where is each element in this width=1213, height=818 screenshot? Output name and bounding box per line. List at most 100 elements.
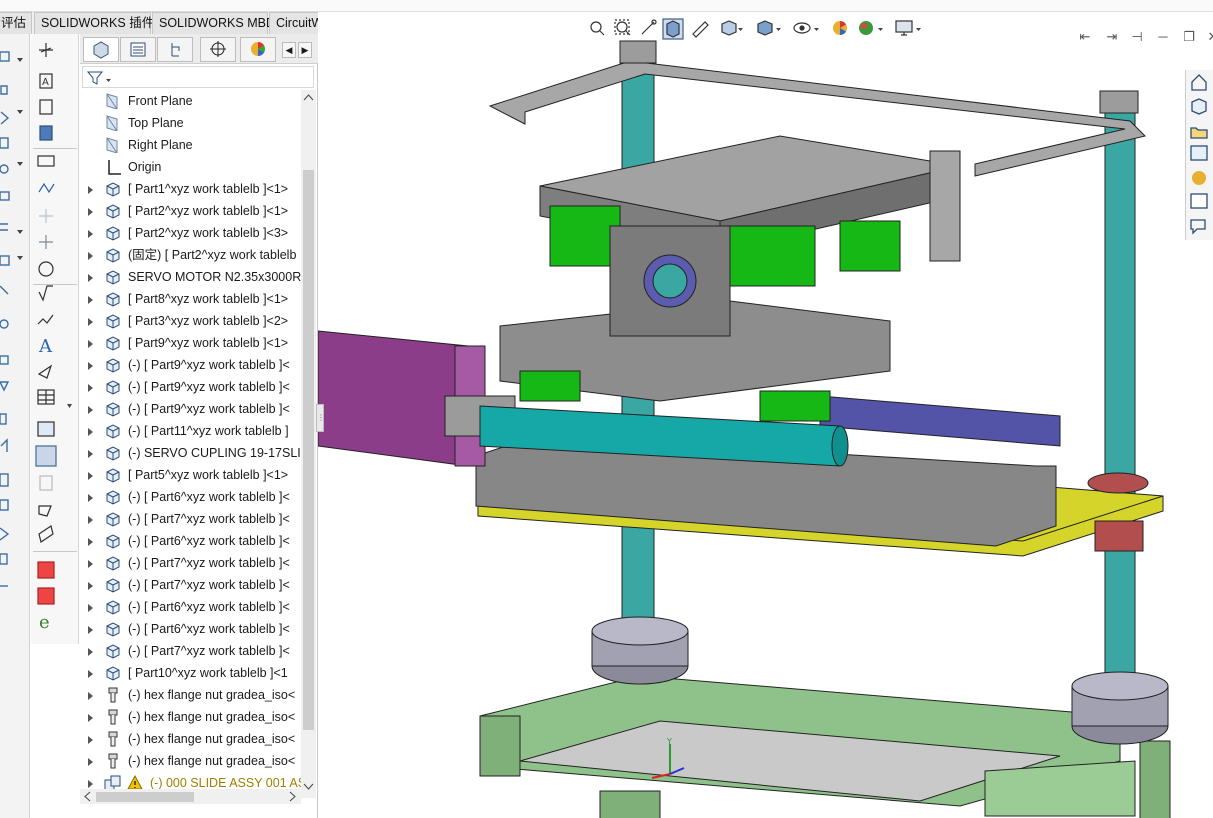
expand-arrow-icon[interactable] (88, 406, 93, 414)
tree-item-component[interactable]: (-) [ Part6^xyz work tablelb ]< (80, 618, 316, 640)
tree-item-fastener[interactable]: (-) hex flange nut gradea_iso< (80, 750, 316, 772)
tree-horizontal-scrollbar[interactable] (80, 789, 301, 804)
expand-arrow-icon[interactable] (88, 274, 93, 282)
tree-item-component[interactable]: (-) SERVO CUPLING 19-17SLID (80, 442, 316, 464)
expand-arrow-icon[interactable] (88, 428, 93, 436)
tree-item-component[interactable]: (-) [ Part6^xyz work tablelb ]< (80, 596, 316, 618)
tree-item-component[interactable]: [ Part2^xyz work tablelb ]<1> (80, 200, 316, 222)
pdf-export-icon (37, 561, 55, 579)
expand-arrow-icon[interactable] (88, 670, 93, 678)
close-icon[interactable]: ✕ (1206, 30, 1213, 44)
tabs-scroll-right-button[interactable]: ▶ (298, 42, 312, 58)
minimize-icon[interactable]: ─ (1156, 30, 1170, 44)
expand-arrow-icon[interactable] (88, 648, 93, 656)
tree-item-fastener[interactable]: (-) hex flange nut gradea_iso< (80, 706, 316, 728)
component-icon (106, 380, 120, 395)
tree-filter-bar[interactable] (82, 66, 314, 88)
component-icon (106, 468, 120, 483)
expand-arrow-icon[interactable] (88, 494, 93, 502)
heads-up-view-toolbar[interactable] (586, 18, 946, 42)
tree-vertical-scrollbar[interactable] (301, 90, 316, 798)
filter-icon[interactable] (85, 67, 115, 87)
tree-item-fastener[interactable]: (-) hex flange nut gradea_iso< (80, 728, 316, 750)
next-window-icon[interactable]: ⇥ (1105, 30, 1119, 44)
tree-item-top-plane[interactable]: Top Plane (80, 112, 316, 134)
configuration-manager-tab[interactable] (157, 37, 193, 62)
property-manager-tab[interactable] (120, 37, 156, 62)
expand-arrow-icon[interactable] (88, 208, 93, 216)
tab-evaluate[interactable]: 评估 (0, 12, 32, 34)
tree-item-component[interactable]: (-) [ Part9^xyz work tablelb ]< (80, 376, 316, 398)
tree-item-front-plane[interactable]: Front Plane (80, 90, 316, 112)
tree-item-component[interactable]: (-) [ Part6^xyz work tablelb ]< (80, 530, 316, 552)
scrollbar-thumb[interactable] (303, 170, 314, 730)
tree-item-component[interactable]: (-) [ Part6^xyz work tablelb ]< (80, 486, 316, 508)
restore-icon[interactable]: ❐ (1182, 30, 1196, 44)
left-toolbar-icons[interactable] (0, 34, 30, 594)
expand-arrow-icon[interactable] (88, 582, 93, 590)
tree-item-right-plane[interactable]: Right Plane (80, 134, 316, 156)
task-pane (1185, 70, 1213, 240)
expand-arrow-icon[interactable] (88, 560, 93, 568)
annotation-icon: A (38, 336, 53, 357)
play-icon (0, 527, 10, 541)
task-pane-icons[interactable] (1186, 70, 1212, 240)
component-icon (106, 226, 120, 241)
expand-arrow-icon[interactable] (88, 538, 93, 546)
expand-arrow-icon[interactable] (88, 318, 93, 326)
tree-item-component[interactable]: SERVO MOTOR N2.35x3000R (80, 266, 316, 288)
graphics-area[interactable]: ⇤ ⇥ ⊣ ─ ❐ ✕ Y (318, 11, 1213, 818)
tree-item-component[interactable]: (-) [ Part7^xyz work tablelb ]< (80, 640, 316, 662)
dimxpert-tab[interactable] (200, 37, 236, 62)
tree-item-component[interactable]: (-) [ Part9^xyz work tablelb ]< (80, 398, 316, 420)
tree-item-fastener[interactable]: (-) hex flange nut gradea_iso< (80, 684, 316, 706)
expand-arrow-icon[interactable] (88, 736, 93, 744)
expand-arrow-icon[interactable] (88, 714, 93, 722)
tree-item-component[interactable]: [ Part8^xyz work tablelb ]<1> (80, 288, 316, 310)
assembly-tool-icons[interactable]: A A e (31, 34, 79, 634)
tree-item-component[interactable]: [ Part5^xyz work tablelb ]<1> (80, 464, 316, 486)
tree-item-component[interactable]: [ Part10^xyz work tablelb ]<1 (80, 662, 316, 684)
tree-item-component[interactable]: (固定) [ Part2^xyz work tablelb (80, 244, 316, 266)
tree-item-component[interactable]: (-) [ Part7^xyz work tablelb ]< (80, 508, 316, 530)
expand-arrow-icon[interactable] (88, 230, 93, 238)
expand-arrow-icon[interactable] (88, 780, 93, 788)
tree-item-component[interactable]: [ Part3^xyz work tablelb ]<2> (80, 310, 316, 332)
view-settings-icon (895, 20, 913, 36)
home-icon (1191, 74, 1207, 91)
tab-solidworks-addins[interactable]: SOLIDWORKS 插件 (34, 12, 154, 34)
expand-arrow-icon[interactable] (88, 604, 93, 612)
expand-arrow-icon[interactable] (88, 362, 93, 370)
tree-item-component[interactable]: (-) [ Part7^xyz work tablelb ]< (80, 552, 316, 574)
tree-item-component[interactable]: [ Part9^xyz work tablelb ]<1> (80, 332, 316, 354)
expand-arrow-icon[interactable] (88, 186, 93, 194)
expand-arrow-icon[interactable] (88, 626, 93, 634)
display-manager-tab[interactable] (240, 37, 276, 62)
expand-arrow-icon[interactable] (88, 758, 93, 766)
tree-item-component[interactable]: (-) [ Part11^xyz work tablelb ] (80, 420, 316, 442)
expand-arrow-icon[interactable] (88, 472, 93, 480)
expand-arrow-icon[interactable] (88, 450, 93, 458)
pin-icon[interactable]: ⊣ (1130, 30, 1144, 44)
expand-arrow-icon[interactable] (88, 296, 93, 304)
tab-solidworks-mbd[interactable]: SOLIDWORKS MBD (152, 12, 275, 34)
tree-item-component[interactable]: (-) [ Part9^xyz work tablelb ]< (80, 354, 316, 376)
previous-window-icon[interactable]: ⇤ (1078, 30, 1092, 44)
expand-arrow-icon[interactable] (88, 384, 93, 392)
tree-item-component[interactable]: [ Part1^xyz work tablelb ]<1> (80, 178, 316, 200)
expand-arrow-icon[interactable] (88, 692, 93, 700)
expand-arrow-icon[interactable] (88, 252, 93, 260)
assembly-model-render[interactable] (318, 12, 1213, 818)
tree-item-component[interactable]: (-) [ Part7^xyz work tablelb ]< (80, 574, 316, 596)
scrollbar-thumb[interactable] (96, 792, 194, 802)
circle-icon (0, 319, 9, 329)
feature-manager-tab[interactable] (83, 37, 119, 62)
expand-arrow-icon[interactable] (88, 516, 93, 524)
panel-collapse-handle[interactable]: ⋮ (316, 404, 325, 432)
expand-arrow-icon[interactable] (88, 340, 93, 348)
tabs-scroll-left-button[interactable]: ◀ (282, 42, 296, 58)
tree-item-component[interactable]: [ Part2^xyz work tablelb ]<3> (80, 222, 316, 244)
tree-item-origin[interactable]: Origin (80, 156, 316, 178)
dropdown-arrow-icon (17, 162, 23, 166)
separator (33, 551, 77, 552)
